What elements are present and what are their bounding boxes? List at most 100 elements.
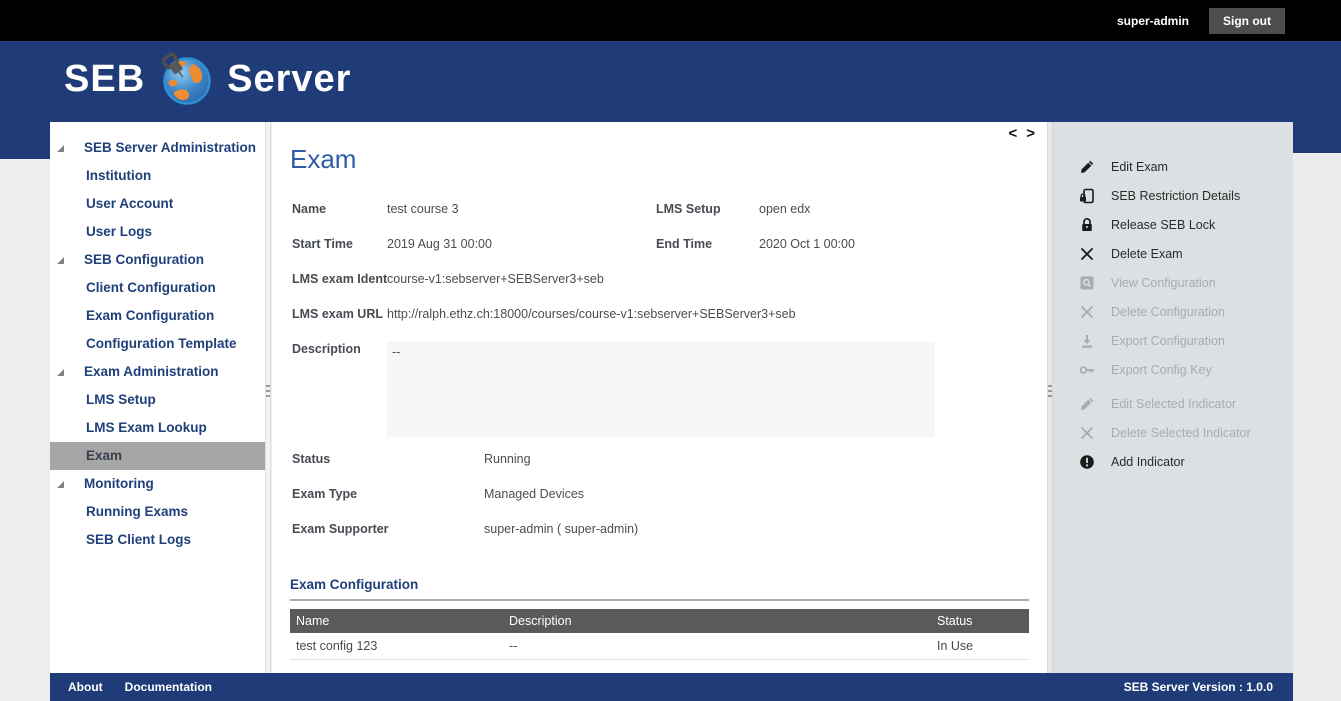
field-lms-exam-identifier-value: course-v1:sebserver+SEBServer3+seb (387, 272, 604, 286)
field-exam-type-value: Managed Devices (484, 487, 584, 501)
seb-restriction-details-action[interactable]: SEB Restriction Details (1053, 181, 1293, 210)
top-bar: super-admin Sign out (0, 0, 1341, 41)
field-exam-supporter-label: Exam Supporter (292, 522, 484, 536)
sidebar-item-running-exams[interactable]: Running Exams (50, 498, 265, 526)
lock-icon (1079, 216, 1096, 233)
export-configuration-action: Export Configuration (1053, 326, 1293, 355)
field-end-time-label: End Time (656, 237, 759, 251)
sidebar-content-scrollbar[interactable] (265, 122, 271, 673)
right-margin-strip (1293, 153, 1341, 701)
sidebar-item-exam[interactable]: Exam (50, 442, 265, 470)
header-right-wing (1293, 122, 1341, 153)
key-icon (1079, 361, 1096, 378)
sidebar-item-client-configuration[interactable]: Client Configuration (50, 274, 265, 302)
sidebar-item-seb-configuration[interactable]: SEB Configuration (50, 246, 265, 274)
field-lms-setup-value: open edx (759, 202, 810, 216)
sidebar-item-lms-setup[interactable]: LMS Setup (50, 386, 265, 414)
field-name: Nametest course 3 (292, 202, 459, 216)
brand-text-server: Server (227, 58, 351, 101)
field-start-time-value: 2019 Aug 31 00:00 (387, 237, 492, 251)
about-link[interactable]: About (68, 680, 103, 694)
field-name-label: Name (292, 202, 387, 216)
expand-caret-icon[interactable] (57, 145, 64, 152)
field-description: Description (292, 342, 387, 356)
delete-selected-indicator-action: Delete Selected Indicator (1053, 418, 1293, 447)
edit-exam-action[interactable]: Edit Exam (1053, 152, 1293, 181)
field-lms-exam-identifier-label: LMS exam Identifier (292, 272, 387, 286)
release-seb-lock-action[interactable]: Release SEB Lock (1053, 210, 1293, 239)
field-lms-exam-identifier: LMS exam Identifiercourse-v1:sebserver+S… (292, 272, 604, 286)
footer-bar: About Documentation SEB Server Version :… (50, 673, 1293, 701)
expand-caret-icon[interactable] (57, 481, 64, 488)
field-lms-exam-url-label: LMS exam URL (292, 307, 387, 321)
sidebar-navigation: SEB Server Administration Institution Us… (50, 122, 265, 673)
sidebar-item-seb-client-logs[interactable]: SEB Client Logs (50, 526, 265, 554)
sidebar-item-exam-administration[interactable]: Exam Administration (50, 358, 265, 386)
description-textarea: -- (387, 342, 935, 437)
page-title: Exam (290, 144, 356, 175)
export-config-key-action: Export Config Key (1053, 355, 1293, 384)
header-left-wing (0, 122, 50, 159)
table-row[interactable]: test config 123 -- In Use (290, 633, 1029, 660)
pencil-icon (1079, 158, 1096, 175)
sidebar-item-configuration-template[interactable]: Configuration Template (50, 330, 265, 358)
sidebar-item-monitoring[interactable]: Monitoring (50, 470, 265, 498)
delete-icon (1079, 303, 1096, 320)
field-status-value: Running (484, 452, 531, 466)
action-panel: Edit Exam SEB Restriction Details Releas… (1053, 122, 1293, 673)
delete-icon (1079, 424, 1096, 441)
field-name-value: test course 3 (387, 202, 459, 216)
field-lms-setup: LMS Setupopen edx (656, 202, 810, 216)
exam-detail-panel: < > Exam Nametest course 3 LMS Setupopen… (272, 122, 1047, 673)
add-indicator-action[interactable]: Add Indicator (1053, 447, 1293, 476)
edit-selected-indicator-action: Edit Selected Indicator (1053, 389, 1293, 418)
documentation-link[interactable]: Documentation (125, 680, 212, 694)
field-start-time: Start Time2019 Aug 31 00:00 (292, 237, 492, 251)
scrollbar-grip[interactable] (266, 385, 270, 400)
view-configuration-action: View Configuration (1053, 268, 1293, 297)
logged-in-username: super-admin (1117, 14, 1189, 28)
sidebar-item-user-logs[interactable]: User Logs (50, 218, 265, 246)
column-header-description: Description (509, 609, 572, 633)
delete-icon (1079, 245, 1096, 262)
sidebar-item-lms-exam-lookup[interactable]: LMS Exam Lookup (50, 414, 265, 442)
scrollbar-grip[interactable] (1048, 385, 1052, 400)
field-exam-type: Exam TypeManaged Devices (292, 487, 584, 501)
delete-exam-action[interactable]: Delete Exam (1053, 239, 1293, 268)
page-navigation: < > (1008, 125, 1035, 142)
column-header-status: Status (937, 609, 972, 633)
seb-server-logo: SEB Server (64, 52, 351, 106)
cell-status: In Use (937, 633, 973, 660)
version-label: SEB Server Version : 1.0.0 (1124, 680, 1273, 694)
field-lms-exam-url-value: http://ralph.ethz.ch:18000/courses/cours… (387, 307, 796, 321)
sidebar-item-institution[interactable]: Institution (50, 162, 265, 190)
restriction-details-icon (1079, 187, 1096, 204)
pencil-icon (1079, 395, 1096, 412)
cell-description: -- (509, 633, 517, 660)
expand-caret-icon[interactable] (57, 369, 64, 376)
field-end-time-value: 2020 Oct 1 00:00 (759, 237, 855, 251)
exam-configuration-table-header: Name Description Status (290, 609, 1029, 633)
add-indicator-icon (1079, 453, 1096, 470)
field-description-label: Description (292, 342, 387, 356)
sidebar-item-seb-server-administration[interactable]: SEB Server Administration (50, 134, 265, 162)
view-configuration-icon (1079, 274, 1096, 291)
globe-lock-icon (159, 52, 213, 106)
sidebar-item-exam-configuration[interactable]: Exam Configuration (50, 302, 265, 330)
field-status-label: Status (292, 452, 484, 466)
cell-name: test config 123 (296, 633, 377, 660)
field-exam-type-label: Exam Type (292, 487, 484, 501)
nav-back-icon[interactable]: < (1008, 125, 1017, 142)
nav-forward-icon[interactable]: > (1026, 125, 1035, 142)
field-exam-supporter-value: super-admin ( super-admin) (484, 522, 638, 536)
sidebar-item-user-account[interactable]: User Account (50, 190, 265, 218)
export-icon (1079, 332, 1096, 349)
field-exam-supporter: Exam Supportersuper-admin ( super-admin) (292, 522, 638, 536)
field-lms-setup-label: LMS Setup (656, 202, 759, 216)
sign-out-button[interactable]: Sign out (1209, 8, 1285, 34)
brand-text-seb: SEB (64, 58, 145, 101)
expand-caret-icon[interactable] (57, 257, 64, 264)
exam-configuration-section-title: Exam Configuration (290, 577, 418, 592)
delete-configuration-action: Delete Configuration (1053, 297, 1293, 326)
column-header-name: Name (296, 609, 329, 633)
